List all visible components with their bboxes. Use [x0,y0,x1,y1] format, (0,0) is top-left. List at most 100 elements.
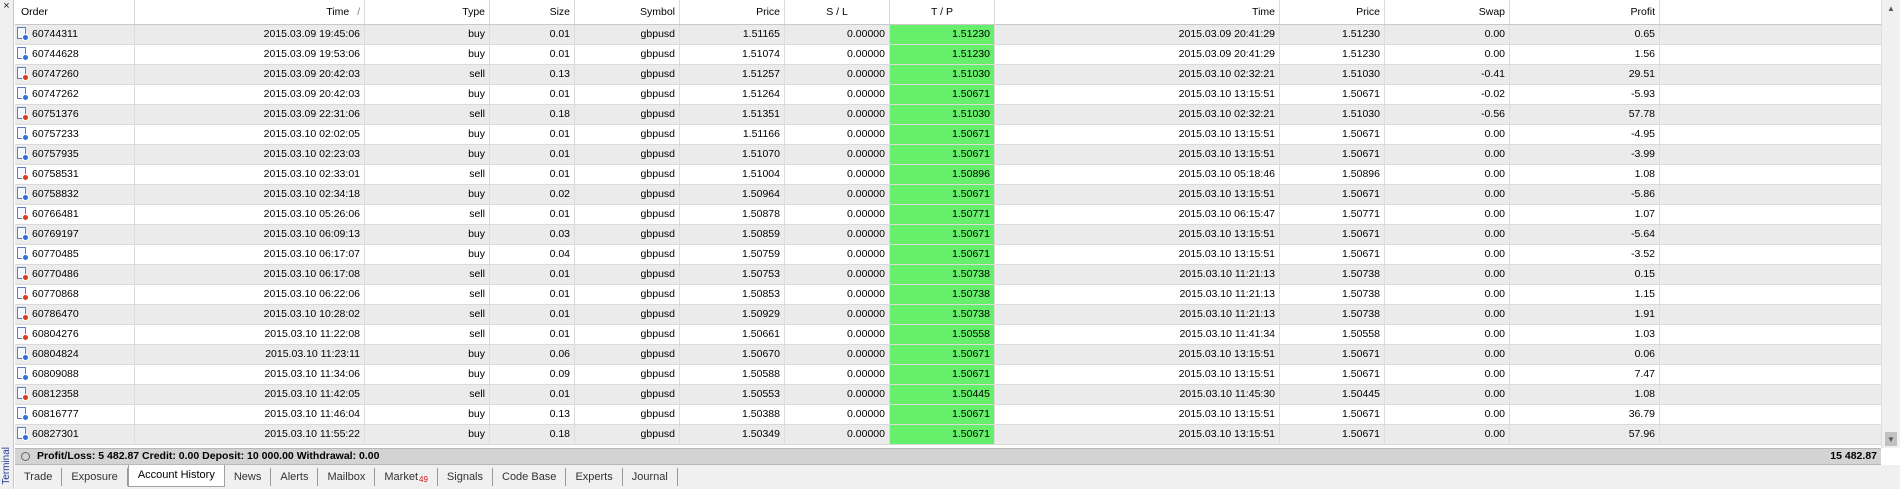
cell-sl: 0.00000 [785,125,890,144]
cell-value: 0.00000 [847,48,885,60]
column-header-close-time[interactable]: Time [995,0,1280,24]
table-row[interactable]: 60809088 2015.03.10 11:34:06 buy 0.09 gbpusd… [15,365,1881,385]
cell-order: 60770485 [15,245,135,264]
tab-experts[interactable]: Experts [566,468,623,486]
cell-type: sell [365,165,490,184]
tab-trade[interactable]: Trade [15,468,63,486]
scroll-up-arrow-icon[interactable]: ▲ [1882,0,1900,17]
table-row[interactable]: 60758531 2015.03.10 02:33:01 sell 0.01 gbpus… [15,165,1881,185]
cell-open-time: 2015.03.10 11:55:22 [135,425,365,444]
close-icon[interactable]: × [0,0,13,14]
cell-value: gbpusd [640,368,675,380]
cell-close-price: 1.50671 [1280,125,1385,144]
cell-value: 1.50670 [742,348,780,360]
table-row[interactable]: 60744311 2015.03.09 19:45:06 buy 0.01 gbpusd… [15,25,1881,45]
cell-value: buy [468,128,485,140]
tab-market[interactable]: Market49 [375,468,438,486]
tab-account-history[interactable]: Account History [127,465,225,487]
column-header-open-time[interactable]: Time / [135,0,365,24]
vertical-scrollbar[interactable]: ▲ ▼ [1881,0,1900,448]
cell-value: 60804276 [32,328,79,340]
table-row[interactable]: 60770485 2015.03.10 06:17:07 buy 0.04 gbpusd… [15,245,1881,265]
table-row[interactable]: 60758832 2015.03.10 02:34:18 buy 0.02 gbpusd… [15,185,1881,205]
table-row[interactable]: 60744628 2015.03.09 19:53:06 buy 0.01 gbpusd… [15,45,1881,65]
cell-value: 0.00000 [847,348,885,360]
table-row[interactable]: 60770486 2015.03.10 06:17:08 sell 0.01 gbpus… [15,265,1881,285]
cell-open-time: 2015.03.10 11:42:05 [135,385,365,404]
table-row[interactable]: 60757233 2015.03.10 02:02:05 buy 0.01 gbpusd… [15,125,1881,145]
table-row[interactable]: 60751376 2015.03.09 22:31:06 sell 0.18 gbpus… [15,105,1881,125]
column-header-type[interactable]: Type [365,0,490,24]
cell-value: buy [468,28,485,40]
cell-close-price: 1.51230 [1280,45,1385,64]
terminal-tabs: Trade Exposure Account History News Alerts Ma… [15,465,1900,489]
table-row[interactable]: 60747260 2015.03.09 20:42:03 sell 0.13 gbpus… [15,65,1881,85]
tab-label: News [233,471,262,483]
tab-news[interactable]: News [225,468,272,486]
table-row[interactable]: 60766481 2015.03.10 05:26:06 sell 0.01 gbpus… [15,205,1881,225]
cell-value: 2015.03.10 13:15:51 [1178,88,1275,100]
cell-value: 0.00 [1484,308,1505,320]
cell-value: 0.00 [1484,268,1505,280]
cell-close-time: 2015.03.10 11:21:13 [995,285,1280,304]
column-header-symbol[interactable]: Symbol [575,0,680,24]
column-header-tp[interactable]: T / P [890,0,995,24]
cell-symbol: gbpusd [575,105,680,124]
table-row[interactable]: 60786470 2015.03.10 10:28:02 sell 0.01 gbpus… [15,305,1881,325]
column-header-close-price[interactable]: Price [1280,0,1385,24]
cell-close-price: 1.50738 [1280,265,1385,284]
cell-value: 60747262 [32,88,79,100]
table-row[interactable]: 60769197 2015.03.10 06:09:13 buy 0.03 gbpusd… [15,225,1881,245]
cell-value: 2015.03.09 20:41:29 [1178,28,1275,40]
sort-indicator-icon: / [357,7,360,18]
column-header-label: Swap [1478,6,1505,18]
cell-type: sell [365,325,490,344]
cell-sl: 0.00000 [785,165,890,184]
tab-mailbox[interactable]: Mailbox [318,468,376,486]
table-row[interactable]: 60827301 2015.03.10 11:55:22 buy 0.18 gbpusd… [15,425,1881,445]
column-header-size[interactable]: Size [490,0,575,24]
column-header-label: S / L [826,6,848,18]
cell-profit: -5.86 [1510,185,1660,204]
table-row[interactable]: 60770868 2015.03.10 06:22:06 sell 0.01 gbpus… [15,285,1881,305]
column-header-sl[interactable]: S / L [785,0,890,24]
cell-profit: 1.15 [1510,285,1660,304]
cell-value: -0.41 [1481,68,1505,80]
tab-journal[interactable]: Journal [623,468,678,486]
table-header: Order Time / Type Size Symbol Price S / L T / P T… [15,0,1881,25]
cell-symbol: gbpusd [575,345,680,364]
cell-tp: 1.50671 [890,405,995,424]
cell-swap: 0.00 [1385,25,1510,44]
cell-open-price: 1.51264 [680,85,785,104]
cell-value: buy [468,408,485,420]
table-row[interactable]: 60804824 2015.03.10 11:23:11 buy 0.06 gbpusd… [15,345,1881,365]
cell-close-time: 2015.03.10 13:15:51 [995,425,1280,444]
cell-value: 1.50738 [1342,288,1380,300]
column-header-profit[interactable]: Profit [1510,0,1660,24]
cell-value: 0.01 [549,88,570,100]
cell-value: buy [468,148,485,160]
table-row[interactable]: 60757935 2015.03.10 02:23:03 buy 0.01 gbpusd… [15,145,1881,165]
tab-signals[interactable]: Signals [438,468,493,486]
table-row[interactable]: 60816777 2015.03.10 11:46:04 buy 0.13 gbpusd… [15,405,1881,425]
cell-value: 1.51030 [952,68,990,80]
order-sell-icon [17,206,29,221]
cell-value: 1.51070 [742,148,780,160]
tab-exposure[interactable]: Exposure [62,468,128,486]
table-row[interactable]: 60747262 2015.03.09 20:42:03 buy 0.01 gbpusd… [15,85,1881,105]
cell-symbol: gbpusd [575,365,680,384]
scroll-down-arrow-icon[interactable]: ▼ [1882,431,1900,448]
column-header-open-price[interactable]: Price [680,0,785,24]
cell-value: 1.51257 [742,68,780,80]
table-row[interactable]: 60812358 2015.03.10 11:42:05 sell 0.01 gbpus… [15,385,1881,405]
cell-value: 0.00000 [847,368,885,380]
tab-alerts[interactable]: Alerts [271,468,319,486]
cell-value: 2015.03.10 11:21:13 [1179,268,1275,280]
table-row[interactable]: 60804276 2015.03.10 11:22:08 sell 0.01 gbpus… [15,325,1881,345]
column-header-swap[interactable]: Swap [1385,0,1510,24]
column-header-order[interactable]: Order [15,0,135,24]
cell-close-price: 1.50671 [1280,425,1385,444]
tab-code-base[interactable]: Code Base [493,468,567,486]
cell-value: 60812358 [32,388,79,400]
cell-size: 0.01 [490,25,575,44]
